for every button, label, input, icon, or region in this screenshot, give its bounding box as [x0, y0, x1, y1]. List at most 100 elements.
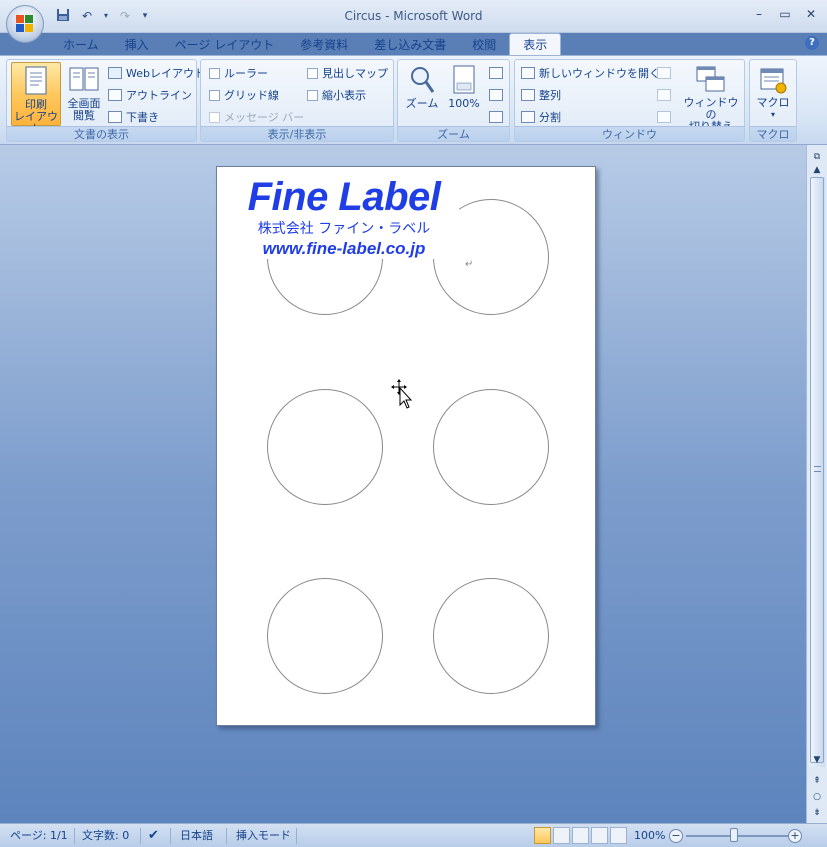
ruler-check-box[interactable]: [209, 67, 220, 79]
one-page-icon[interactable]: [489, 67, 503, 79]
insert-mode-status[interactable]: 挿入モード: [236, 828, 291, 844]
gridlines-label: グリッド線: [224, 89, 279, 102]
label-circle: [433, 578, 549, 694]
status-bar: ページ: 1/1 文字数: 0 ✔ 日本語 挿入モード 100% − +: [0, 823, 827, 847]
ribbon-tabs: ホーム 挿入 ページ レイアウト 参考資料 差し込み文書 校閲 表示: [50, 33, 562, 55]
restore-icon[interactable]: ▭: [775, 6, 795, 22]
web-layout-view-icon[interactable]: [572, 827, 589, 844]
doc-map-checkbox[interactable]: 見出しマップ: [307, 63, 388, 83]
reset-window-position-icon[interactable]: [657, 111, 671, 123]
tab-insert[interactable]: 挿入: [112, 35, 162, 55]
zoom-100-label: 100%: [448, 97, 480, 110]
zoom-level[interactable]: 100%: [634, 828, 665, 844]
full-screen-reading-button[interactable]: 全画面 閲覧: [62, 62, 106, 126]
window-title: Circus - Microsoft Word: [344, 9, 483, 23]
logo-title: Fine Label: [247, 175, 441, 219]
vertical-scrollbar[interactable]: ⧉ ▲ ▼ ⇞ ○ ⇟: [806, 145, 827, 823]
proofing-icon[interactable]: ✔: [148, 828, 159, 844]
group-label-document-views: 文書の表示: [7, 126, 196, 141]
draft-view-icon[interactable]: [610, 827, 627, 844]
zoom-in-icon[interactable]: +: [788, 829, 802, 843]
label-circle: [433, 389, 549, 505]
document-page[interactable]: Fine Label 株式会社 ファイン・ラベル www.fine-label.…: [216, 166, 596, 726]
office-button[interactable]: [6, 5, 44, 43]
zoom-button[interactable]: ズーム: [402, 62, 442, 124]
split-label: 分割: [539, 111, 561, 124]
doc-map-check-box[interactable]: [307, 67, 318, 79]
zoom-100-button[interactable]: 100%: [444, 62, 484, 124]
ruler-toggle-icon[interactable]: ⧉: [809, 149, 825, 165]
macros-label: マクロ: [756, 96, 790, 109]
tab-references[interactable]: 参考資料: [287, 35, 361, 55]
scroll-thumb[interactable]: [810, 177, 824, 763]
zoom-label: ズーム: [405, 97, 439, 110]
fine-label-logo: Fine Label 株式会社 ファイン・ラベル www.fine-label.…: [229, 175, 459, 259]
group-label-show-hide: 表示/非表示: [201, 126, 393, 141]
status-separator: [296, 828, 297, 844]
close-icon[interactable]: ✕: [801, 6, 821, 22]
full-screen-reading-icon: [69, 65, 99, 95]
help-icon[interactable]: ?: [805, 36, 819, 50]
status-separator: [170, 828, 171, 844]
scroll-up-icon[interactable]: ▲: [809, 165, 825, 175]
synchronous-scrolling-icon[interactable]: [657, 89, 671, 101]
new-window-button[interactable]: 新しいウィンドウを開く: [521, 63, 660, 83]
print-layout-view-icon[interactable]: [534, 827, 551, 844]
status-separator: [226, 828, 227, 844]
next-page-icon[interactable]: ⇟: [809, 805, 825, 821]
web-layout-button[interactable]: Webレイアウト: [108, 63, 205, 83]
gridlines-check-box[interactable]: [209, 89, 220, 101]
draft-button[interactable]: 下書き: [108, 107, 159, 127]
label-circle: [267, 578, 383, 694]
tab-mailings[interactable]: 差し込み文書: [361, 35, 459, 55]
scroll-track[interactable]: [809, 177, 825, 767]
page-number-status[interactable]: ページ: 1/1: [10, 828, 68, 844]
document-area: Fine Label 株式会社 ファイン・ラベル www.fine-label.…: [0, 145, 806, 823]
outline-label: アウトライン: [126, 89, 192, 102]
minimize-icon[interactable]: –: [749, 6, 769, 22]
scroll-down-icon[interactable]: ▼: [809, 755, 825, 765]
switch-windows-icon: [696, 66, 726, 94]
print-layout-button[interactable]: 印刷 レイアウト: [11, 62, 61, 135]
arrange-all-button[interactable]: 整列: [521, 85, 561, 105]
two-pages-icon[interactable]: [489, 89, 503, 101]
web-layout-label: Webレイアウト: [126, 67, 205, 80]
outline-view-icon[interactable]: [591, 827, 608, 844]
tab-review[interactable]: 校閲: [459, 35, 509, 55]
word-count-status[interactable]: 文字数: 0: [82, 828, 129, 844]
tab-page-layout[interactable]: ページ レイアウト: [162, 35, 288, 55]
switch-windows-label-1: ウィンドウの: [683, 96, 739, 121]
outline-button[interactable]: アウトライン: [108, 85, 192, 105]
zoom-slider-thumb[interactable]: [730, 828, 738, 842]
tab-home[interactable]: ホーム: [50, 35, 112, 55]
window-controls: – ▭ ✕: [749, 6, 821, 22]
new-window-label: 新しいウィンドウを開く: [539, 67, 660, 80]
select-browse-object-icon[interactable]: ○: [809, 789, 825, 805]
page-width-icon[interactable]: [489, 111, 503, 123]
grip-icon: [814, 466, 821, 472]
arrange-all-label: 整列: [539, 89, 561, 102]
macros-button[interactable]: マクロ ▾: [753, 62, 793, 124]
tab-view[interactable]: 表示: [509, 33, 562, 55]
full-screen-view-icon[interactable]: [553, 827, 570, 844]
view-side-by-side-icon[interactable]: [657, 67, 671, 79]
split-icon: [521, 111, 535, 123]
group-label-zoom: ズーム: [398, 126, 509, 141]
language-status[interactable]: 日本語: [180, 828, 213, 844]
message-bar-checkbox[interactable]: メッセージ バー: [209, 107, 304, 127]
message-bar-check-box[interactable]: [209, 111, 220, 123]
label-circle: [267, 389, 383, 505]
group-window: 新しいウィンドウを開く 整列 分割 ウィンドウの 切り替え ウィンドウ: [514, 59, 745, 142]
arrange-all-icon: [521, 89, 535, 101]
switch-windows-button[interactable]: ウィンドウの 切り替え: [681, 62, 741, 133]
thumbnails-check-box[interactable]: [307, 89, 318, 101]
previous-page-icon[interactable]: ⇞: [809, 773, 825, 789]
split-button[interactable]: 分割: [521, 107, 561, 127]
group-show-hide: ルーラー グリッド線 メッセージ バー 見出しマップ 縮小表示 表示/非表示: [200, 59, 394, 142]
gridlines-checkbox[interactable]: グリッド線: [209, 85, 279, 105]
zoom-out-icon[interactable]: −: [669, 829, 683, 843]
status-separator: [140, 828, 141, 844]
thumbnails-checkbox[interactable]: 縮小表示: [307, 85, 366, 105]
ruler-checkbox[interactable]: ルーラー: [209, 63, 268, 83]
title-bar: ↶ ▾ ↷ ▾ Circus - Microsoft Word – ▭ ✕: [0, 0, 827, 33]
